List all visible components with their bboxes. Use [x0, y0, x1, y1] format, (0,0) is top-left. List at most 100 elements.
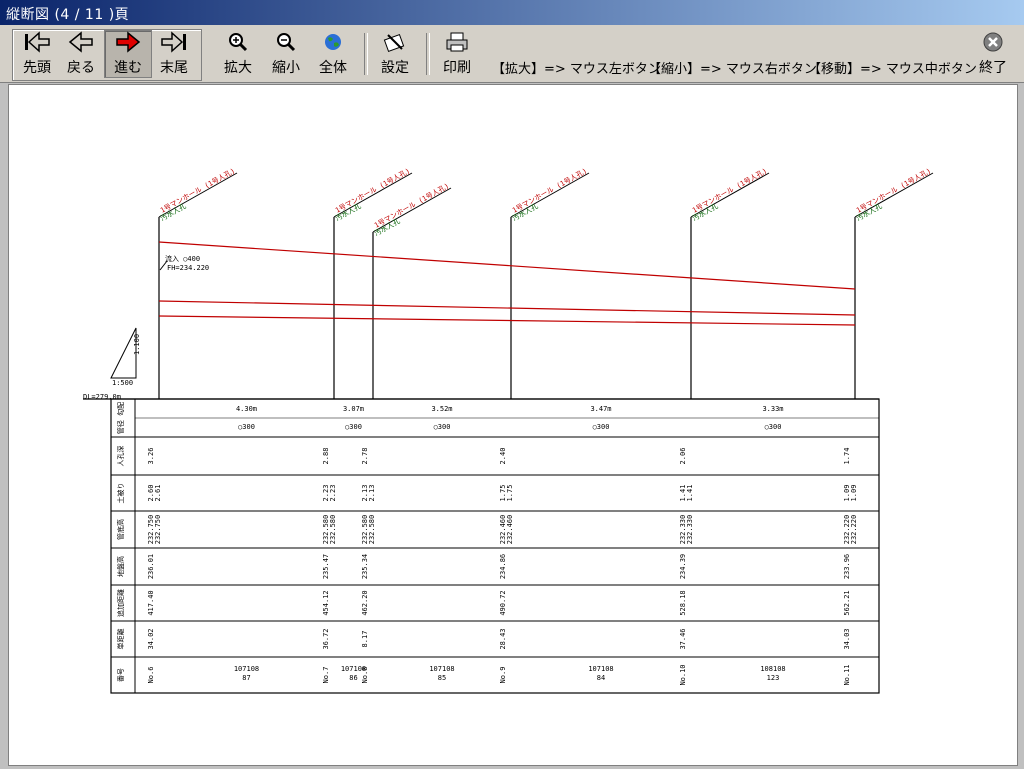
table-cell-value: 28.43 — [499, 628, 507, 649]
span-code-a: 107108 — [341, 665, 366, 673]
table-cell-value: 1.75 — [506, 485, 514, 502]
table-cell-value: 2.78 — [361, 448, 369, 465]
table-cell-value: No.11 — [843, 664, 851, 685]
span-code-a: 107108 — [588, 665, 613, 673]
settings-button[interactable]: 設定 — [374, 31, 416, 77]
table-row-label: 土被り — [116, 483, 125, 504]
next-button[interactable]: 進む — [104, 30, 152, 78]
callout-text-2: FH=234.220 — [167, 264, 209, 272]
manhole-label: 1号マンホール (1号人孔) — [691, 167, 768, 215]
table-cell-value: 562.21 — [843, 590, 851, 615]
span-length: 3.33m — [762, 405, 783, 413]
table-cell-value: 232.330 — [686, 515, 694, 545]
profile-drawing-canvas[interactable]: 1号マンホール (1号人孔) 汚水人孔 1号マンホール (1号人孔) 汚水人孔 1号マン… — [8, 84, 1018, 766]
scale-vertical: 1:100 — [133, 334, 141, 355]
span-code-b: 123 — [767, 674, 780, 682]
table-row-label: 管径 勾配 — [116, 402, 125, 434]
span-code-a: 108108 — [760, 665, 785, 673]
manhole-label: 1号マンホール (1号人孔) — [855, 167, 932, 215]
back-arrow-icon — [60, 31, 102, 55]
window-title: 縦断図 (4 / 11 )頁 — [6, 7, 130, 23]
settings-tools-icon — [374, 31, 416, 55]
table-cell-value: 1.41 — [686, 485, 694, 502]
table-cell-value: 2.13 — [368, 485, 376, 502]
manhole-group: 1号マンホール (1号人孔)汚水人孔 1号マンホール (1号人孔)汚水人孔 1号マン… — [158, 167, 934, 399]
datum-label: DL=279.0m — [83, 393, 121, 401]
table-row-label: 管底高 — [116, 519, 125, 540]
table-row-label: 追加距離 — [116, 589, 125, 617]
table-cell-value: 2.40 — [499, 448, 507, 465]
table-cell-value: 235.47 — [322, 554, 330, 579]
back-button[interactable]: 戻る — [60, 31, 102, 77]
table-cell-value: No.7 — [322, 667, 330, 684]
span-pipe-size: ○300 — [238, 423, 255, 431]
pipe-bottom-line — [158, 315, 856, 326]
pipe-top-line — [158, 300, 856, 316]
first-page-button[interactable]: 先頭 — [16, 31, 58, 77]
scale-horizontal: 1:500 — [112, 379, 133, 387]
printer-icon — [436, 31, 478, 55]
span-length: 3.07m — [343, 405, 364, 413]
manhole-label: 1号マンホール (1号人孔) — [511, 167, 588, 215]
table-cell-value: 37.46 — [679, 628, 687, 649]
table-cell-value: No.10 — [679, 664, 687, 685]
table-border — [110, 398, 880, 694]
callout-text-1: 流入 ○400 — [165, 254, 200, 263]
whole-view-button[interactable]: 全体 — [312, 31, 354, 77]
last-page-button[interactable]: 末尾 — [152, 31, 196, 77]
manhole-label: 1号マンホール (1号人孔) — [373, 182, 450, 230]
table-row-label: 地盤高 — [116, 556, 125, 577]
span-pipe-size: ○300 — [345, 423, 362, 431]
close-icon — [972, 31, 1014, 55]
manhole-label: 1号マンホール (1号人孔) — [159, 167, 236, 215]
span-length: 3.47m — [590, 405, 611, 413]
span-code-b: 86 — [349, 674, 357, 682]
table-cell-value: 235.34 — [361, 554, 369, 579]
span-length: 4.30m — [236, 405, 257, 413]
move-hint: 【移動】=> マウス中ボタン — [808, 62, 977, 77]
zoom-out-icon — [266, 31, 306, 55]
profile-table: 管径 勾配人孔深土被り管底高地盤高追加距離単距離番号 4.30m ○300 3.07m… — [83, 398, 880, 694]
table-cell-value: 233.96 — [843, 554, 851, 579]
span-code-b: 87 — [242, 674, 250, 682]
span-code-a: 107108 — [429, 665, 454, 673]
profile-drawing: 1号マンホール (1号人孔)汚水人孔 1号マンホール (1号人孔)汚水人孔 1号マン… — [83, 167, 934, 694]
table-cell-value: 454.12 — [322, 590, 330, 615]
span-code-b: 84 — [597, 674, 605, 682]
table-cell-value: 462.20 — [361, 590, 369, 615]
span-pipe-size: ○300 — [434, 423, 451, 431]
table-row-label: 番号 — [117, 668, 125, 682]
last-page-icon — [152, 31, 196, 55]
table-cell-value: No.9 — [499, 667, 507, 684]
toolbar-separator — [364, 33, 368, 75]
table-cell-value: 232.220 — [850, 515, 858, 545]
table-cell-value: 34.03 — [843, 628, 851, 649]
zoom-in-hint: 【拡大】=> マウス左ボタン — [492, 62, 661, 77]
table-cell-value: 234.39 — [679, 554, 687, 579]
table-cell-value: 234.86 — [499, 554, 507, 579]
next-arrow-icon — [105, 31, 151, 55]
table-cell-value: 417.40 — [147, 590, 155, 615]
table-cell-value: 232.580 — [329, 515, 337, 545]
globe-icon — [312, 31, 354, 55]
toolbar: 先頭 戻る 進む 末尾 拡大 縮小 全体 設定 印刷 【拡大】=> マウス左ボタ… — [0, 25, 1024, 83]
exit-button[interactable]: 終了 — [972, 31, 1014, 77]
table-cell-value: 1.09 — [850, 485, 858, 502]
ground-line — [158, 241, 856, 290]
table-cell-value: 8.17 — [361, 631, 369, 648]
table-cell-value: 34.02 — [147, 628, 155, 649]
table-cell-value: 2.23 — [329, 485, 337, 502]
span-pipe-size: ○300 — [593, 423, 610, 431]
table-cell-value: 2.06 — [679, 448, 687, 465]
print-button[interactable]: 印刷 — [436, 31, 478, 77]
table-cell-value: 3.26 — [147, 448, 155, 465]
zoom-out-hint: 【縮小】=> マウス右ボタン — [648, 62, 817, 77]
toolbar-separator — [426, 33, 430, 75]
zoom-out-button[interactable]: 縮小 — [266, 31, 306, 77]
table-cell-value: 236.01 — [147, 554, 155, 579]
table-cell-value: 36.72 — [322, 628, 330, 649]
table-cell-value: 528.18 — [679, 590, 687, 615]
span-pipe-size: ○300 — [765, 423, 782, 431]
span-code-a: 107108 — [234, 665, 259, 673]
zoom-in-button[interactable]: 拡大 — [218, 31, 258, 77]
